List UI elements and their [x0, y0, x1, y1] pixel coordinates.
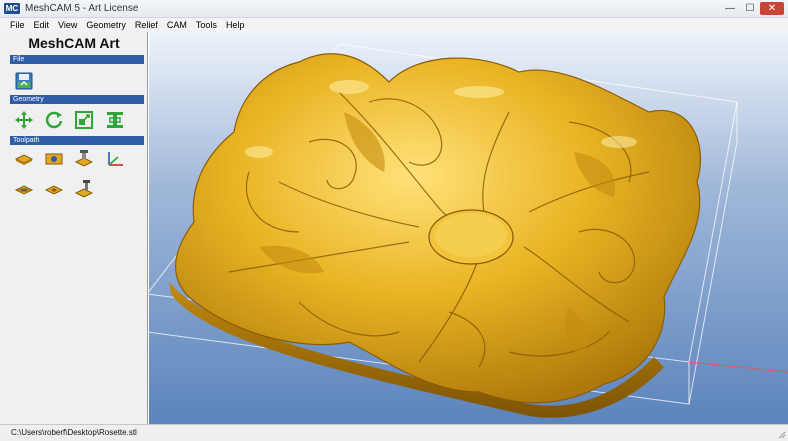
define-tool-icon[interactable]: [73, 148, 95, 170]
section-file: File: [10, 55, 144, 64]
align-icon[interactable]: [104, 109, 126, 131]
title-bar: MC MeshCAM 5 - Art License — ☐ ✕: [0, 0, 788, 18]
depth-icon[interactable]: [43, 178, 65, 200]
menu-edit[interactable]: Edit: [30, 18, 55, 32]
maximize-button[interactable]: ☐: [740, 2, 760, 15]
menu-help[interactable]: Help: [222, 18, 250, 32]
menu-relief[interactable]: Relief: [131, 18, 163, 32]
x-axis-line: [688, 361, 788, 373]
machine-region-icon[interactable]: [43, 148, 65, 170]
resize-grip-icon[interactable]: [776, 429, 786, 439]
open-file-icon[interactable]: [13, 70, 35, 92]
panel-title: MeshCAM Art: [28, 35, 120, 51]
side-panel: MeshCAM Art File Geometry Toolpath: [0, 32, 148, 424]
toolpath-icon[interactable]: [13, 178, 35, 200]
rotate-icon[interactable]: [43, 109, 65, 131]
menu-file[interactable]: File: [6, 18, 30, 32]
rosette-model: [149, 43, 788, 418]
set-origin-icon[interactable]: [104, 148, 126, 170]
cut-tool-icon[interactable]: [73, 178, 95, 200]
window-title: MeshCAM 5 - Art License: [25, 3, 139, 14]
app-logo: MC: [4, 3, 20, 14]
section-geometry: Geometry: [10, 95, 144, 104]
menu-view[interactable]: View: [54, 18, 82, 32]
menu-bar: File Edit View Geometry Relief CAM Tools…: [0, 18, 788, 32]
close-button[interactable]: ✕: [760, 2, 784, 15]
menu-cam[interactable]: CAM: [163, 18, 192, 32]
menu-tools[interactable]: Tools: [192, 18, 222, 32]
file-path: C:\Users\roberf\Desktop\Rosette.stl: [11, 428, 137, 437]
minimize-button[interactable]: —: [720, 2, 740, 15]
section-toolpath: Toolpath: [10, 136, 144, 145]
scale-icon[interactable]: [73, 109, 95, 131]
window-controls: — ☐ ✕: [720, 2, 784, 15]
status-bar: C:\Users\roberf\Desktop\Rosette.stl: [0, 424, 788, 441]
stock-icon[interactable]: [13, 148, 35, 170]
move-icon[interactable]: [13, 109, 35, 131]
menu-geometry[interactable]: Geometry: [82, 18, 131, 32]
3d-viewport[interactable]: [149, 32, 788, 424]
